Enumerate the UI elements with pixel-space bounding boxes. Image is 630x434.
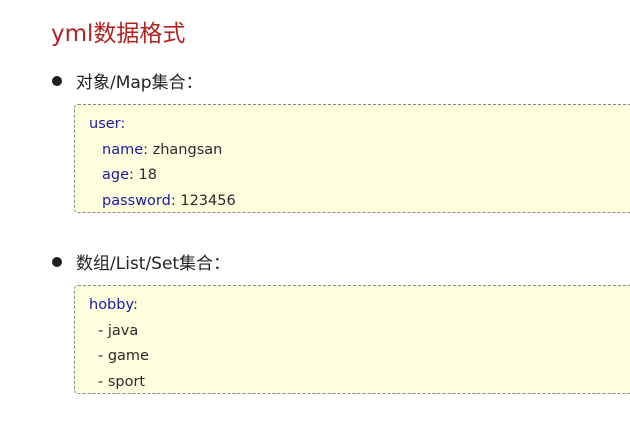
section-label-map: 对象/Map集合： [76,73,203,93]
code-line-root: user: [75,112,630,138]
bullet-icon [52,256,62,267]
code-key-age: age [102,167,130,183]
code-key-password: password [102,192,171,209]
code-colon: : [120,116,126,132]
code-line-password: password: 123456 [102,192,236,209]
code-line-item: - java [75,319,630,345]
code-value-password: 123456 [175,192,236,209]
code-line-root: hobby: [75,293,630,319]
section-heading-map: 对象/Map集合： [52,68,203,93]
code-line-name: name: zhangsan [102,141,223,158]
code-key-hobby: hobby [89,297,133,313]
code-block-list: hobby: - java - game - sport [74,285,630,394]
code-key-user: user [89,116,121,132]
code-block-map: user: name: zhangsan age: 18 password: 1… [74,104,630,213]
code-line-item: - game [75,344,630,370]
code-line-age: age: 18 [102,167,157,183]
bullet-icon [52,75,62,86]
section-label-list: 数组/List/Set集合： [76,254,231,274]
code-list-item-java: - java [98,322,139,339]
code-list-item-game: - game [98,348,149,364]
code-value-age: 18 [133,167,157,183]
page-title: yml数据格式 [51,21,186,47]
code-list-item-sport: - sport [98,373,146,390]
code-key-name: name [102,141,144,158]
code-line-item: - sport [75,370,630,396]
code-value-name: zhangsan [148,141,223,158]
section-heading-list: 数组/List/Set集合： [52,249,230,274]
code-colon: : [133,297,138,313]
